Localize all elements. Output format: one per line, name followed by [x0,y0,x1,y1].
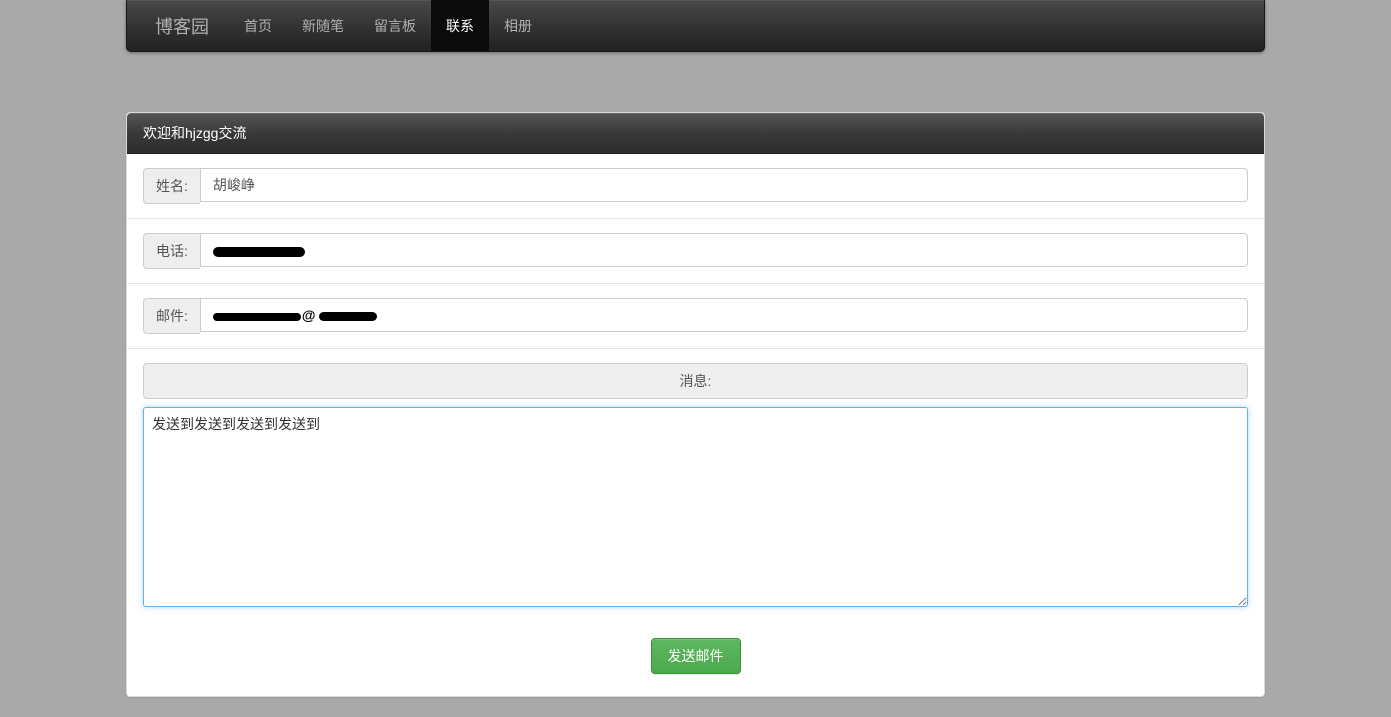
nav-new-post[interactable]: 新随笔 [287,0,359,51]
email-input[interactable]: @ [200,298,1248,332]
main-navbar: 博客园 首页 新随笔 留言板 联系 相册 [126,0,1265,52]
phone-input[interactable] [200,233,1248,267]
row-name: 姓名: [127,154,1264,219]
at-symbol: @ [302,307,316,323]
row-submit: 发送邮件 [127,624,1264,696]
phone-label: 电话: [143,233,200,269]
contact-panel: 欢迎和hjzgg交流 姓名: 电话: 邮件: [126,112,1265,697]
send-mail-button[interactable]: 发送邮件 [651,638,741,674]
nav-guestbook[interactable]: 留言板 [359,0,431,51]
nav-home[interactable]: 首页 [229,0,287,51]
name-label: 姓名: [143,168,200,204]
nav-items: 首页 新随笔 留言板 联系 相册 [229,0,547,51]
email-label: 邮件: [143,298,200,334]
name-input[interactable] [200,168,1248,202]
email-input-group: 邮件: @ [143,298,1248,334]
page: 博客园 首页 新随笔 留言板 联系 相册 欢迎和hjzgg交流 姓名: 电话: [0,0,1391,717]
message-textarea[interactable] [143,407,1248,607]
email-redacted-domain [319,312,377,321]
row-email: 邮件: @ [127,284,1264,349]
nav-contact[interactable]: 联系 [431,0,489,51]
message-label: 消息: [143,363,1248,399]
brand-link[interactable]: 博客园 [127,0,229,51]
name-input-group: 姓名: [143,168,1248,204]
nav-album[interactable]: 相册 [489,0,547,51]
phone-input-group: 电话: [143,233,1248,269]
email-redacted-local [213,313,301,321]
row-phone: 电话: [127,219,1264,284]
row-message [127,407,1264,624]
phone-redacted-value [213,247,305,257]
panel-body: 姓名: 电话: 邮件: @ [127,154,1264,696]
panel-title: 欢迎和hjzgg交流 [127,113,1264,154]
row-message-label: 消息: [127,349,1264,407]
